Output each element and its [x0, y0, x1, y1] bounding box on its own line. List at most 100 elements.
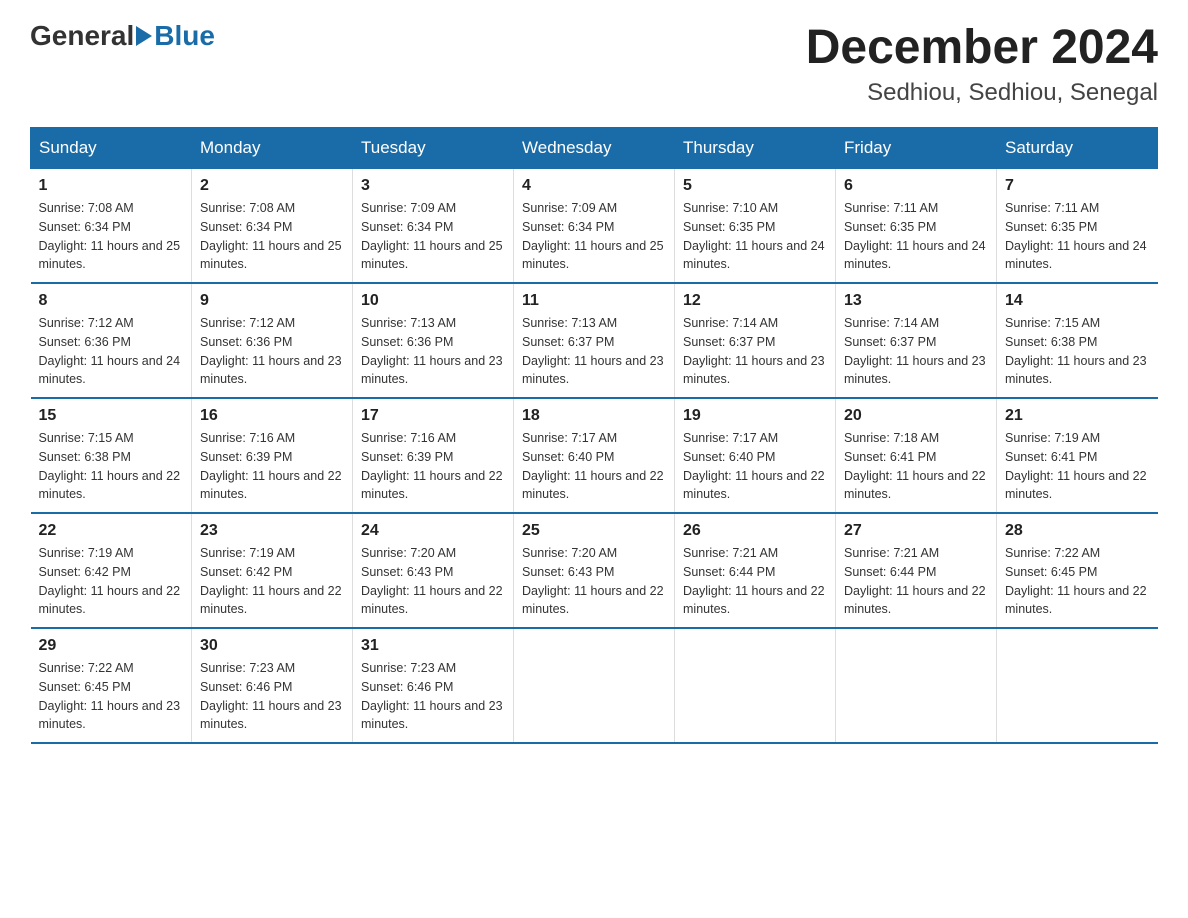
day-info: Sunrise: 7:13 AMSunset: 6:36 PMDaylight:…: [361, 314, 505, 389]
day-number: 1: [39, 177, 184, 195]
calendar-cell: 28 Sunrise: 7:22 AMSunset: 6:45 PMDaylig…: [997, 513, 1158, 628]
calendar-week-row: 1 Sunrise: 7:08 AMSunset: 6:34 PMDayligh…: [31, 169, 1158, 284]
day-number: 6: [844, 177, 988, 195]
day-info: Sunrise: 7:21 AMSunset: 6:44 PMDaylight:…: [844, 544, 988, 619]
calendar-cell: 27 Sunrise: 7:21 AMSunset: 6:44 PMDaylig…: [836, 513, 997, 628]
day-info: Sunrise: 7:22 AMSunset: 6:45 PMDaylight:…: [1005, 544, 1150, 619]
day-number: 24: [361, 522, 505, 540]
calendar-week-row: 29 Sunrise: 7:22 AMSunset: 6:45 PMDaylig…: [31, 628, 1158, 743]
day-info: Sunrise: 7:08 AMSunset: 6:34 PMDaylight:…: [200, 199, 344, 274]
day-number: 10: [361, 292, 505, 310]
calendar-cell: 9 Sunrise: 7:12 AMSunset: 6:36 PMDayligh…: [192, 283, 353, 398]
calendar-cell: 22 Sunrise: 7:19 AMSunset: 6:42 PMDaylig…: [31, 513, 192, 628]
calendar-week-row: 22 Sunrise: 7:19 AMSunset: 6:42 PMDaylig…: [31, 513, 1158, 628]
calendar-cell: 29 Sunrise: 7:22 AMSunset: 6:45 PMDaylig…: [31, 628, 192, 743]
calendar-cell: 31 Sunrise: 7:23 AMSunset: 6:46 PMDaylig…: [353, 628, 514, 743]
calendar-cell: [997, 628, 1158, 743]
day-info: Sunrise: 7:15 AMSunset: 6:38 PMDaylight:…: [39, 429, 184, 504]
day-info: Sunrise: 7:14 AMSunset: 6:37 PMDaylight:…: [683, 314, 827, 389]
location-title: Sedhiou, Sedhiou, Senegal: [806, 79, 1158, 107]
day-info: Sunrise: 7:10 AMSunset: 6:35 PMDaylight:…: [683, 199, 827, 274]
header-saturday: Saturday: [997, 128, 1158, 169]
calendar-cell: [836, 628, 997, 743]
header-wednesday: Wednesday: [514, 128, 675, 169]
day-info: Sunrise: 7:11 AMSunset: 6:35 PMDaylight:…: [844, 199, 988, 274]
day-number: 14: [1005, 292, 1150, 310]
calendar-table: SundayMondayTuesdayWednesdayThursdayFrid…: [30, 127, 1158, 744]
calendar-cell: 1 Sunrise: 7:08 AMSunset: 6:34 PMDayligh…: [31, 169, 192, 284]
day-number: 8: [39, 292, 184, 310]
calendar-cell: 19 Sunrise: 7:17 AMSunset: 6:40 PMDaylig…: [675, 398, 836, 513]
calendar-cell: 10 Sunrise: 7:13 AMSunset: 6:36 PMDaylig…: [353, 283, 514, 398]
logo: General Blue: [30, 20, 215, 52]
header-sunday: Sunday: [31, 128, 192, 169]
calendar-cell: 30 Sunrise: 7:23 AMSunset: 6:46 PMDaylig…: [192, 628, 353, 743]
calendar-cell: 6 Sunrise: 7:11 AMSunset: 6:35 PMDayligh…: [836, 169, 997, 284]
day-number: 9: [200, 292, 344, 310]
calendar-cell: 3 Sunrise: 7:09 AMSunset: 6:34 PMDayligh…: [353, 169, 514, 284]
title-block: December 2024 Sedhiou, Sedhiou, Senegal: [806, 20, 1158, 107]
day-number: 16: [200, 407, 344, 425]
day-number: 5: [683, 177, 827, 195]
day-number: 12: [683, 292, 827, 310]
day-info: Sunrise: 7:21 AMSunset: 6:44 PMDaylight:…: [683, 544, 827, 619]
day-info: Sunrise: 7:12 AMSunset: 6:36 PMDaylight:…: [200, 314, 344, 389]
calendar-cell: 26 Sunrise: 7:21 AMSunset: 6:44 PMDaylig…: [675, 513, 836, 628]
day-number: 15: [39, 407, 184, 425]
calendar-cell: 15 Sunrise: 7:15 AMSunset: 6:38 PMDaylig…: [31, 398, 192, 513]
day-number: 19: [683, 407, 827, 425]
day-info: Sunrise: 7:17 AMSunset: 6:40 PMDaylight:…: [683, 429, 827, 504]
header-tuesday: Tuesday: [353, 128, 514, 169]
day-info: Sunrise: 7:13 AMSunset: 6:37 PMDaylight:…: [522, 314, 666, 389]
day-info: Sunrise: 7:08 AMSunset: 6:34 PMDaylight:…: [39, 199, 184, 274]
day-number: 7: [1005, 177, 1150, 195]
day-info: Sunrise: 7:15 AMSunset: 6:38 PMDaylight:…: [1005, 314, 1150, 389]
day-number: 31: [361, 637, 505, 655]
calendar-cell: 5 Sunrise: 7:10 AMSunset: 6:35 PMDayligh…: [675, 169, 836, 284]
calendar-cell: 23 Sunrise: 7:19 AMSunset: 6:42 PMDaylig…: [192, 513, 353, 628]
calendar-cell: 12 Sunrise: 7:14 AMSunset: 6:37 PMDaylig…: [675, 283, 836, 398]
calendar-cell: 21 Sunrise: 7:19 AMSunset: 6:41 PMDaylig…: [997, 398, 1158, 513]
day-info: Sunrise: 7:19 AMSunset: 6:42 PMDaylight:…: [200, 544, 344, 619]
day-info: Sunrise: 7:11 AMSunset: 6:35 PMDaylight:…: [1005, 199, 1150, 274]
logo-blue-text: Blue: [154, 20, 215, 52]
day-number: 27: [844, 522, 988, 540]
calendar-cell: 25 Sunrise: 7:20 AMSunset: 6:43 PMDaylig…: [514, 513, 675, 628]
day-number: 11: [522, 292, 666, 310]
calendar-cell: 4 Sunrise: 7:09 AMSunset: 6:34 PMDayligh…: [514, 169, 675, 284]
day-number: 13: [844, 292, 988, 310]
calendar-cell: 13 Sunrise: 7:14 AMSunset: 6:37 PMDaylig…: [836, 283, 997, 398]
calendar-cell: 17 Sunrise: 7:16 AMSunset: 6:39 PMDaylig…: [353, 398, 514, 513]
calendar-cell: 8 Sunrise: 7:12 AMSunset: 6:36 PMDayligh…: [31, 283, 192, 398]
day-info: Sunrise: 7:17 AMSunset: 6:40 PMDaylight:…: [522, 429, 666, 504]
calendar-cell: 18 Sunrise: 7:17 AMSunset: 6:40 PMDaylig…: [514, 398, 675, 513]
day-info: Sunrise: 7:18 AMSunset: 6:41 PMDaylight:…: [844, 429, 988, 504]
day-number: 29: [39, 637, 184, 655]
day-number: 26: [683, 522, 827, 540]
day-number: 2: [200, 177, 344, 195]
day-number: 4: [522, 177, 666, 195]
logo-arrow-icon: [136, 26, 152, 46]
header-thursday: Thursday: [675, 128, 836, 169]
day-info: Sunrise: 7:22 AMSunset: 6:45 PMDaylight:…: [39, 659, 184, 734]
calendar-cell: [514, 628, 675, 743]
day-info: Sunrise: 7:16 AMSunset: 6:39 PMDaylight:…: [200, 429, 344, 504]
day-number: 25: [522, 522, 666, 540]
calendar-cell: 16 Sunrise: 7:16 AMSunset: 6:39 PMDaylig…: [192, 398, 353, 513]
day-number: 17: [361, 407, 505, 425]
day-info: Sunrise: 7:19 AMSunset: 6:42 PMDaylight:…: [39, 544, 184, 619]
day-number: 3: [361, 177, 505, 195]
header-monday: Monday: [192, 128, 353, 169]
day-number: 23: [200, 522, 344, 540]
calendar-cell: 11 Sunrise: 7:13 AMSunset: 6:37 PMDaylig…: [514, 283, 675, 398]
day-number: 28: [1005, 522, 1150, 540]
calendar-cell: [675, 628, 836, 743]
day-number: 21: [1005, 407, 1150, 425]
day-info: Sunrise: 7:09 AMSunset: 6:34 PMDaylight:…: [522, 199, 666, 274]
day-info: Sunrise: 7:14 AMSunset: 6:37 PMDaylight:…: [844, 314, 988, 389]
day-number: 20: [844, 407, 988, 425]
day-number: 30: [200, 637, 344, 655]
day-info: Sunrise: 7:23 AMSunset: 6:46 PMDaylight:…: [200, 659, 344, 734]
day-number: 22: [39, 522, 184, 540]
calendar-week-row: 8 Sunrise: 7:12 AMSunset: 6:36 PMDayligh…: [31, 283, 1158, 398]
